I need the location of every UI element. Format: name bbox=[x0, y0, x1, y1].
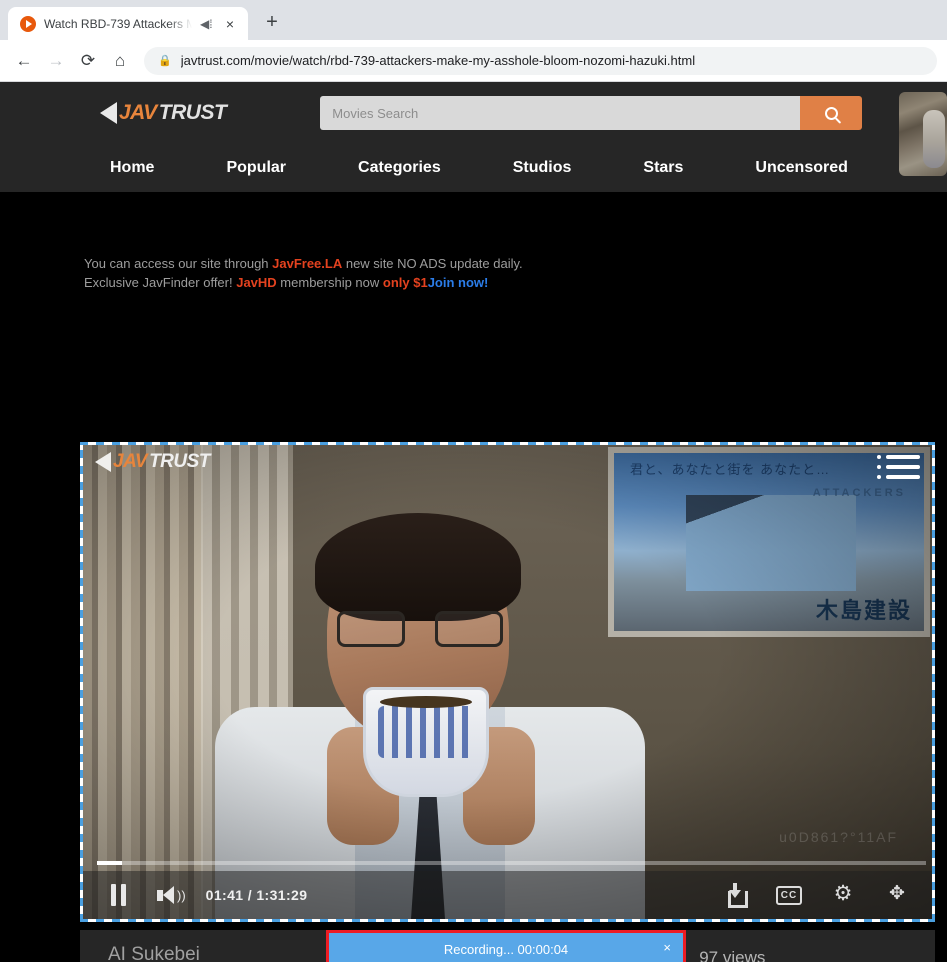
site-nav: Home Popular Categories Studios Stars Un… bbox=[0, 144, 947, 192]
progress-bar[interactable] bbox=[97, 861, 926, 865]
playlist-menu-icon[interactable] bbox=[877, 455, 920, 479]
recorder-titlebar: Recording... 00:00:04 × bbox=[329, 933, 683, 962]
player-logo-jav: JAV bbox=[113, 451, 148, 472]
player-logo-arrow-icon bbox=[95, 452, 111, 472]
cc-icon[interactable]: CC bbox=[776, 885, 802, 905]
video-player[interactable]: 君と、あなたと街を あなたと… ATTACKERS 木島建設 bbox=[80, 442, 935, 922]
site-logo[interactable]: JAV TRUST bbox=[100, 101, 227, 125]
close-icon[interactable]: × bbox=[222, 17, 238, 31]
logo-text-trust: TRUST bbox=[158, 101, 227, 124]
new-tab-button[interactable]: + bbox=[258, 9, 286, 37]
forward-button[interactable]: → bbox=[42, 47, 70, 75]
speaker-icon[interactable]: ◀⁞ bbox=[200, 18, 214, 30]
fullscreen-icon[interactable]: ✥ bbox=[884, 882, 910, 908]
address-bar[interactable]: 🔒 javtrust.com/movie/watch/rbd-739-attac… bbox=[144, 46, 937, 75]
video-meta-left: AI Sukebei April 14,2021 bbox=[108, 944, 200, 962]
reload-button[interactable]: ⟳ bbox=[74, 47, 102, 75]
logo-text-jav: JAV bbox=[119, 101, 157, 124]
volume-icon[interactable]: )) bbox=[157, 886, 186, 904]
search-form bbox=[320, 96, 863, 130]
promo-line-2: Exclusive JavFinder offer! JavHD members… bbox=[84, 273, 947, 292]
browser-window: Watch RBD-739 Attackers Ma ◀⁞ × + ← → ⟳ … bbox=[0, 0, 947, 962]
tab-title: Watch RBD-739 Attackers Ma bbox=[44, 16, 192, 31]
recorder-status-text: Recording... 00:00:04 bbox=[443, 941, 569, 957]
page-content: JAV TRUST Home Popular Categories Studio… bbox=[0, 82, 947, 962]
promo-text-1c: new site NO ADS update daily. bbox=[342, 256, 523, 271]
pause-icon[interactable] bbox=[111, 884, 126, 906]
scene-vignette bbox=[83, 445, 932, 919]
logo-arrow-icon bbox=[100, 102, 117, 124]
promo-join-link[interactable]: Join now! bbox=[428, 275, 489, 290]
promo-line-1: You can access our site through JavFree.… bbox=[84, 254, 947, 273]
tab-strip: Watch RBD-739 Attackers Ma ◀⁞ × + bbox=[0, 0, 947, 40]
promo-text-2c: membership now bbox=[276, 275, 383, 290]
site-header-top: JAV TRUST bbox=[0, 82, 947, 144]
video-surface[interactable]: 君と、あなたと街を あなたと… ATTACKERS 木島建設 bbox=[83, 445, 932, 919]
browser-tab[interactable]: Watch RBD-739 Attackers Ma ◀⁞ × bbox=[8, 7, 248, 40]
nav-item-popular[interactable]: Popular bbox=[226, 159, 286, 177]
home-button[interactable]: ⌂ bbox=[106, 47, 134, 75]
video-overlay-watermark: u0D861?°11AF bbox=[779, 829, 898, 845]
player-controls: )) 01:41 / 1:31:29 CC ⚙ ✥ bbox=[83, 857, 932, 919]
screen-recorder-widget[interactable]: Recording... 00:00:04 × + bbox=[326, 930, 686, 962]
back-button[interactable]: ← bbox=[10, 47, 38, 75]
nav-item-studios[interactable]: Studios bbox=[513, 159, 572, 177]
promo-text-1a: You can access our site through bbox=[84, 256, 273, 271]
nav-item-stars[interactable]: Stars bbox=[643, 159, 683, 177]
player-controls-row: )) 01:41 / 1:31:29 CC ⚙ ✥ bbox=[83, 871, 932, 919]
lock-icon: 🔒 bbox=[158, 55, 172, 67]
video-title: AI Sukebei bbox=[108, 944, 200, 962]
download-icon[interactable] bbox=[722, 882, 748, 908]
view-count: 97 views bbox=[699, 948, 766, 962]
promo-banner: You can access our site through JavFree.… bbox=[0, 192, 947, 292]
close-icon[interactable]: × bbox=[663, 939, 671, 957]
url-text: javtrust.com/movie/watch/rbd-739-attacke… bbox=[180, 53, 696, 68]
search-icon bbox=[824, 106, 838, 120]
promo-text-2a: Exclusive JavFinder offer! bbox=[84, 275, 237, 290]
progress-fill bbox=[97, 861, 122, 865]
promo-link-javfree[interactable]: JavFree.LA bbox=[272, 256, 342, 271]
site-header: JAV TRUST Home Popular Categories Studio… bbox=[0, 82, 947, 192]
header-ad-thumbnail[interactable] bbox=[899, 92, 947, 176]
nav-item-home[interactable]: Home bbox=[110, 159, 154, 177]
time-display: 01:41 / 1:31:29 bbox=[205, 887, 308, 903]
search-input[interactable] bbox=[320, 96, 801, 130]
browser-toolbar: ← → ⟳ ⌂ 🔒 javtrust.com/movie/watch/rbd-7… bbox=[0, 40, 947, 82]
promo-link-javhd[interactable]: JavHD bbox=[236, 275, 276, 290]
player-logo-trust: TRUST bbox=[149, 451, 210, 472]
search-button[interactable] bbox=[800, 96, 863, 130]
promo-price: only $1 bbox=[382, 275, 428, 290]
player-controls-right: CC ⚙ ✥ bbox=[722, 882, 910, 908]
video-meta-right: 97 views 0 👍 0 bbox=[699, 948, 783, 962]
player-watermark-logo: JAV TRUST bbox=[95, 451, 210, 473]
gear-icon[interactable]: ⚙ bbox=[830, 882, 856, 908]
nav-item-categories[interactable]: Categories bbox=[358, 159, 441, 177]
nav-item-uncensored[interactable]: Uncensored bbox=[755, 159, 847, 177]
play-favicon bbox=[20, 15, 36, 32]
